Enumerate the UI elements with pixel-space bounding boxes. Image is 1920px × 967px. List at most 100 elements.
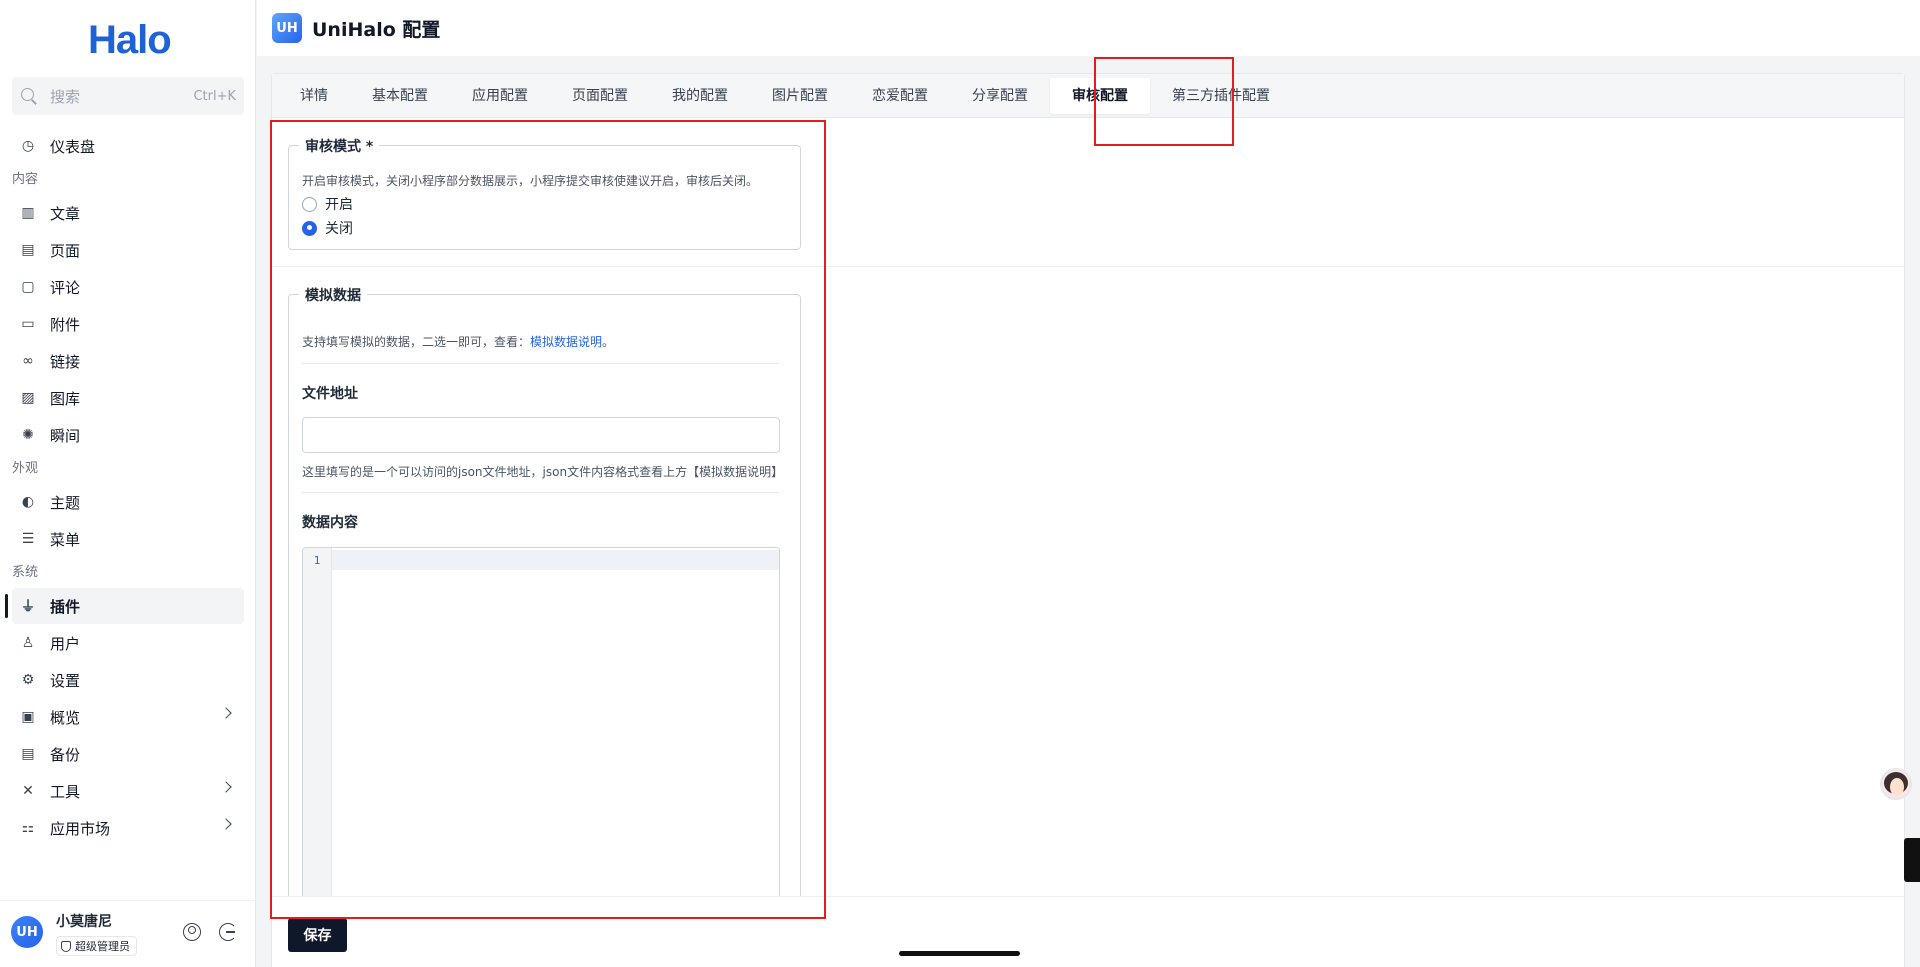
help-text: 支持填写模拟的数据，二选一即可，查看：: [302, 335, 531, 349]
sidebar-item-menus[interactable]: ☰ 菜单: [12, 521, 244, 557]
config-card: 详情 基本配置 应用配置 页面配置 我的配置 图片配置 恋爱配置 分享配置 审核…: [271, 73, 1905, 967]
terminal-icon: ▣: [21, 709, 35, 725]
sidebar-item-label: 页面: [50, 241, 81, 260]
sidebar-item-posts[interactable]: ▥ 文章: [12, 195, 244, 231]
user-name: 小莫唐尼: [56, 914, 112, 930]
sidebar-item-links[interactable]: ∞ 链接: [12, 343, 244, 379]
nav-group-content: 内容: [12, 172, 39, 187]
sidebar-item-label: 链接: [50, 352, 81, 371]
sidebar-item-label: 图库: [50, 389, 81, 408]
audit-option-on[interactable]: 开启: [302, 194, 353, 214]
avatar[interactable]: UH: [11, 916, 43, 948]
sidebar-item-label: 附件: [50, 315, 81, 334]
sidebar-item-label: 工具: [50, 782, 81, 801]
line-number-gutter: 1: [303, 548, 332, 914]
sidebar-item-label: 主题: [50, 493, 81, 512]
search-icon: [20, 87, 38, 105]
tab-my-config[interactable]: 我的配置: [650, 78, 750, 114]
tab-basic-config[interactable]: 基本配置: [350, 78, 450, 114]
chevron-right-icon: [220, 781, 232, 793]
line-number: 1: [313, 554, 321, 567]
sidebar-item-tools[interactable]: ✕ 工具: [12, 773, 244, 809]
sidebar-item-moments[interactable]: ✺ 瞬间: [12, 417, 244, 453]
page-header: UH UniHalo 配置: [257, 0, 1920, 56]
sidebar-item-label: 瞬间: [50, 426, 81, 445]
sidebar-item-users[interactable]: ♙ 用户: [12, 625, 244, 661]
file-url-label: 文件地址: [302, 386, 358, 402]
user-icon: ♙: [21, 635, 35, 651]
tab-image-config[interactable]: 图片配置: [750, 78, 850, 114]
sidebar-item-label: 菜单: [50, 530, 81, 549]
file-url-help: 这里填写的是一个可以访问的json文件地址，json文件内容格式查看上方【模拟数…: [302, 465, 784, 479]
sidebar-nav: ◷ 仪表盘 内容 ▥ 文章 ▤ 页面 ▢ 评论 ▭ 附件 ∞ 链接 ▨ 图库 ✺ 瞬间 外观 ◐…: [5, 128, 244, 847]
halo-logo[interactable]: Halo: [88, 18, 172, 63]
assistant-avatar-icon[interactable]: [1880, 768, 1912, 800]
sidebar-item-settings[interactable]: ⚙ 设置: [12, 662, 244, 698]
dashboard-icon: ◷: [21, 138, 35, 154]
role-label: 超级管理员: [75, 940, 130, 953]
radio-label: 关闭: [325, 221, 353, 237]
page-icon: ▤: [21, 242, 35, 258]
divider: [302, 363, 779, 364]
image-icon: ▨: [21, 390, 35, 406]
comment-icon: ▢: [21, 279, 35, 295]
radio-icon: [302, 196, 317, 212]
tab-page-config[interactable]: 页面配置: [550, 78, 650, 114]
tab-details[interactable]: 详情: [278, 78, 350, 114]
side-tab-handle[interactable]: [1904, 838, 1920, 882]
sidebar-item-pages[interactable]: ▤ 页面: [12, 232, 244, 268]
audit-mode-legend: 审核模式 *: [299, 136, 380, 156]
tab-bar: 详情 基本配置 应用配置 页面配置 我的配置 图片配置 恋爱配置 分享配置 审核…: [272, 74, 1904, 118]
sidebar-item-label: 应用市场: [50, 819, 111, 838]
profile-icon[interactable]: [183, 923, 201, 941]
search-placeholder: 搜索: [50, 87, 81, 106]
data-content-label: 数据内容: [302, 515, 358, 531]
sidebar-item-app-market[interactable]: ⚏ 应用市场: [12, 810, 244, 846]
tab-love-config[interactable]: 恋爱配置: [850, 78, 950, 114]
save-button[interactable]: 保存: [288, 918, 347, 952]
user-panel: UH 小莫唐尼 超级管理员: [0, 900, 256, 967]
gear-icon: ⚙: [21, 672, 35, 688]
mock-data-fieldset: 模拟数据 支持填写模拟的数据，二选一即可，查看：模拟数据说明。 文件地址 这里填…: [288, 285, 801, 915]
assistant-face: [1890, 778, 1904, 796]
post-icon: ▥: [21, 205, 35, 221]
search-box[interactable]: 搜索 Ctrl+K: [12, 77, 244, 115]
radio-checked-icon: [302, 220, 317, 236]
tab-third-party-config[interactable]: 第三方插件配置: [1150, 78, 1292, 114]
sidebar-item-plugins[interactable]: ⏚ 插件: [5, 588, 244, 624]
sidebar-item-backup[interactable]: ▤ 备份: [12, 736, 244, 772]
home-indicator: [899, 951, 1020, 956]
moment-icon: ✺: [22, 427, 34, 443]
tab-app-config[interactable]: 应用配置: [450, 78, 550, 114]
divider: [302, 492, 779, 493]
file-url-input[interactable]: [302, 417, 780, 453]
page-title: UniHalo 配置: [312, 19, 441, 41]
tab-audit-config[interactable]: 审核配置: [1050, 77, 1150, 114]
sidebar-item-label: 插件: [50, 597, 81, 616]
audit-mode-fieldset: 审核模式 * 开启审核模式，关闭小程序部分数据展示，小程序提交审核使建议开启，审…: [288, 136, 801, 250]
audit-mode-help: 开启审核模式，关闭小程序部分数据展示，小程序提交审核使建议开启，审核后关闭。: [302, 174, 759, 188]
sidebar-item-themes[interactable]: ◐ 主题: [12, 484, 244, 520]
sidebar-item-comments[interactable]: ▢ 评论: [12, 269, 244, 305]
role-badge: 超级管理员: [56, 936, 137, 956]
sidebar-item-dashboard[interactable]: ◷ 仪表盘: [12, 128, 244, 164]
tab-share-config[interactable]: 分享配置: [950, 78, 1050, 114]
link-icon: ∞: [22, 353, 34, 369]
audit-option-off[interactable]: 关闭: [302, 218, 353, 238]
logout-icon[interactable]: [219, 923, 237, 941]
sidebar-item-label: 概览: [50, 708, 81, 727]
menu-icon: ☰: [21, 531, 35, 547]
shield-icon: [61, 940, 71, 952]
data-content-editor[interactable]: 1: [302, 547, 780, 915]
sidebar: Halo 搜索 Ctrl+K ◷ 仪表盘 内容 ▥ 文章 ▤ 页面 ▢ 评论 ▭ 附件 ∞…: [0, 0, 256, 967]
sidebar-item-overview[interactable]: ▣ 概览: [12, 699, 244, 735]
sidebar-item-label: 用户: [50, 634, 81, 653]
nav-group-system: 系统: [12, 565, 39, 580]
palette-icon: ◐: [21, 494, 35, 510]
sidebar-item-gallery[interactable]: ▨ 图库: [12, 380, 244, 416]
sidebar-item-attachments[interactable]: ▭ 附件: [12, 306, 244, 342]
mock-data-help: 支持填写模拟的数据，二选一即可，查看：模拟数据说明。: [302, 333, 614, 350]
mock-data-doc-link[interactable]: 模拟数据说明: [530, 335, 602, 349]
sidebar-item-label: 文章: [50, 204, 81, 223]
help-text-end: 。: [602, 335, 615, 349]
